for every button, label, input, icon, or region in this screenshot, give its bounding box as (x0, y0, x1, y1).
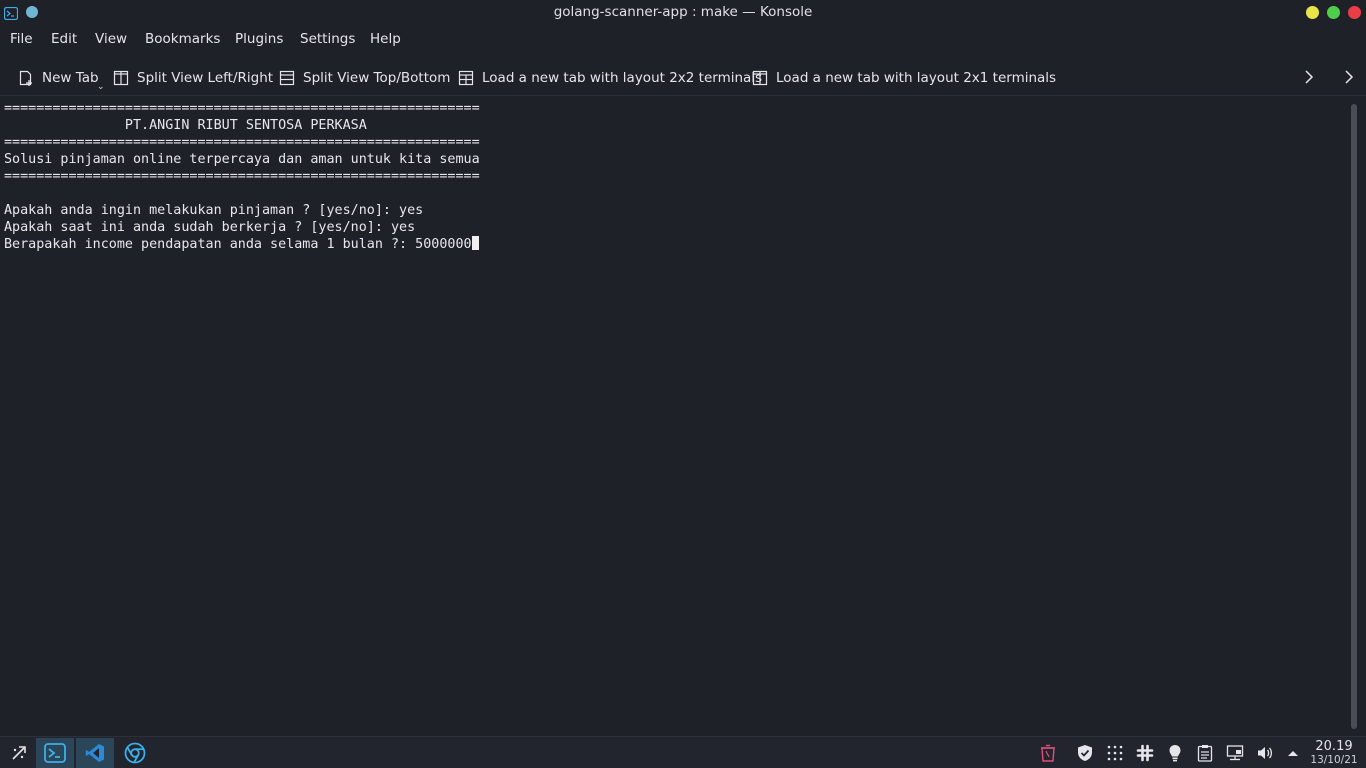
close-button[interactable] (1348, 6, 1361, 19)
load-layout-2x1-button[interactable]: Load a new tab with layout 2x1 terminals (752, 68, 1056, 88)
menu-bookmarks[interactable]: Bookmarks (145, 31, 220, 47)
menu-view[interactable]: View (95, 31, 127, 47)
terminal-line: ========================================… (4, 101, 480, 116)
clipboard-icon[interactable] (1195, 743, 1215, 763)
main-toolbar: New Tab ⌄ Split View Left/Right Split Vi… (0, 58, 1366, 96)
shield-icon[interactable] (1075, 743, 1095, 763)
menu-edit[interactable]: Edit (51, 31, 77, 47)
menu-help[interactable]: Help (370, 31, 401, 47)
dropdown-caret-icon[interactable]: ⌄ (97, 82, 105, 92)
application-launcher-icon[interactable] (0, 738, 38, 768)
trash-icon[interactable] (1038, 743, 1058, 763)
layout-2x1-icon (752, 70, 768, 86)
scrollbar-thumb[interactable] (1351, 104, 1357, 729)
menu-plugins[interactable]: Plugins (235, 31, 283, 47)
split-view-left-right-button[interactable]: Split View Left/Right (113, 68, 273, 88)
menu-file[interactable]: File (10, 31, 33, 47)
new-tab-button[interactable]: New Tab ⌄ (18, 68, 105, 92)
chrome-task-icon[interactable] (116, 738, 154, 768)
apps-grid-icon[interactable] (1105, 743, 1125, 763)
new-tab-icon (19, 70, 32, 86)
network-icon[interactable] (1225, 743, 1245, 763)
expand-tray-icon[interactable] (1283, 743, 1303, 763)
terminal-line: ========================================… (4, 135, 480, 150)
terminal-scrollbar[interactable] (1349, 104, 1359, 729)
maximize-button[interactable] (1327, 6, 1340, 19)
clock-date: 13/10/21 (1310, 754, 1358, 766)
split-view-left-right-label: Split View Left/Right (137, 70, 274, 86)
taskbar: 20.19 13/10/21 (0, 736, 1366, 768)
menu-settings[interactable]: Settings (300, 31, 355, 47)
terminal-line: ========================================… (4, 169, 480, 184)
terminal-cursor (471, 236, 479, 250)
toolbar-scroll-right-icon[interactable] (1301, 66, 1317, 88)
menu-bar: File Edit View Bookmarks Plugins Setting… (0, 24, 1366, 54)
vscode-task-icon[interactable] (76, 738, 114, 768)
title-bar: golang-scanner-app : make — Konsole (0, 0, 1366, 24)
toolbar-overflow-icon[interactable] (1341, 66, 1357, 88)
clock-time: 20.19 (1315, 739, 1353, 754)
terminal-input-line: Berapakah income pendapatan anda selama … (4, 236, 479, 253)
terminal-line: Apakah anda ingin melakukan pinjaman ? [… (4, 203, 424, 218)
terminal-view[interactable]: ========================================… (0, 100, 1346, 733)
window-title: golang-scanner-app : make — Konsole (553, 4, 813, 20)
layout-2x2-icon (458, 70, 474, 86)
split-left-right-icon (113, 70, 129, 86)
minimize-button[interactable] (1306, 6, 1319, 19)
digital-clock[interactable]: 20.19 13/10/21 (1306, 739, 1362, 767)
split-view-top-bottom-label: Split View Top/Bottom (303, 70, 451, 86)
lightbulb-icon[interactable] (1165, 743, 1185, 763)
load-layout-2x2-label: Load a new tab with layout 2x2 terminals (482, 70, 763, 86)
split-view-top-bottom-button[interactable]: Split View Top/Bottom (279, 68, 450, 88)
split-top-bottom-icon (279, 70, 295, 86)
terminal-line-text: Berapakah income pendapatan anda selama … (4, 237, 472, 252)
slack-icon[interactable] (1135, 743, 1155, 763)
terminal-line: Apakah saat ini anda sudah berkerja ? [y… (4, 220, 416, 235)
volume-icon[interactable] (1255, 743, 1275, 763)
load-layout-2x1-label: Load a new tab with layout 2x1 terminals (776, 70, 1057, 86)
konsole-task-icon[interactable] (36, 738, 74, 768)
terminal-line: Solusi pinjaman online terpercaya dan am… (4, 152, 480, 167)
terminal-line: PT.ANGIN RIBUT SENTOSA PERKASA (4, 118, 367, 133)
load-layout-2x2-button[interactable]: Load a new tab with layout 2x2 terminals (458, 68, 762, 88)
new-tab-label: New Tab (42, 70, 99, 86)
